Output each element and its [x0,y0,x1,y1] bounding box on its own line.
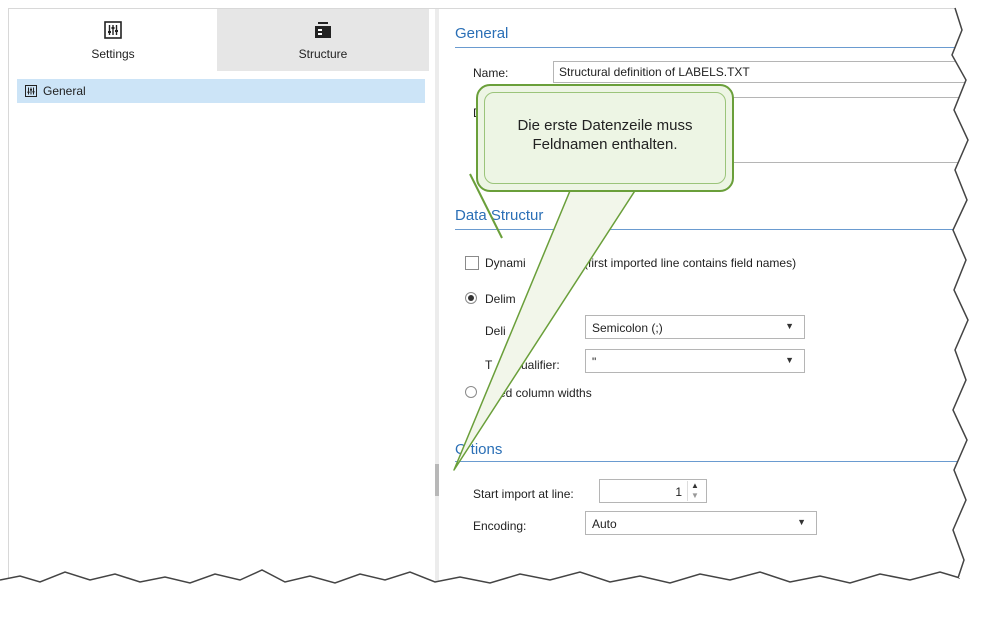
callout-text: Die erste Datenzeile muss Feldnamen enth… [488,116,722,154]
tooltip-callout: Die erste Datenzeile muss Feldnamen enth… [476,84,734,192]
callout-line-1: Die erste Datenzeile muss [517,117,693,134]
callout-line-2: Feldnamen enthalten. [532,136,678,153]
